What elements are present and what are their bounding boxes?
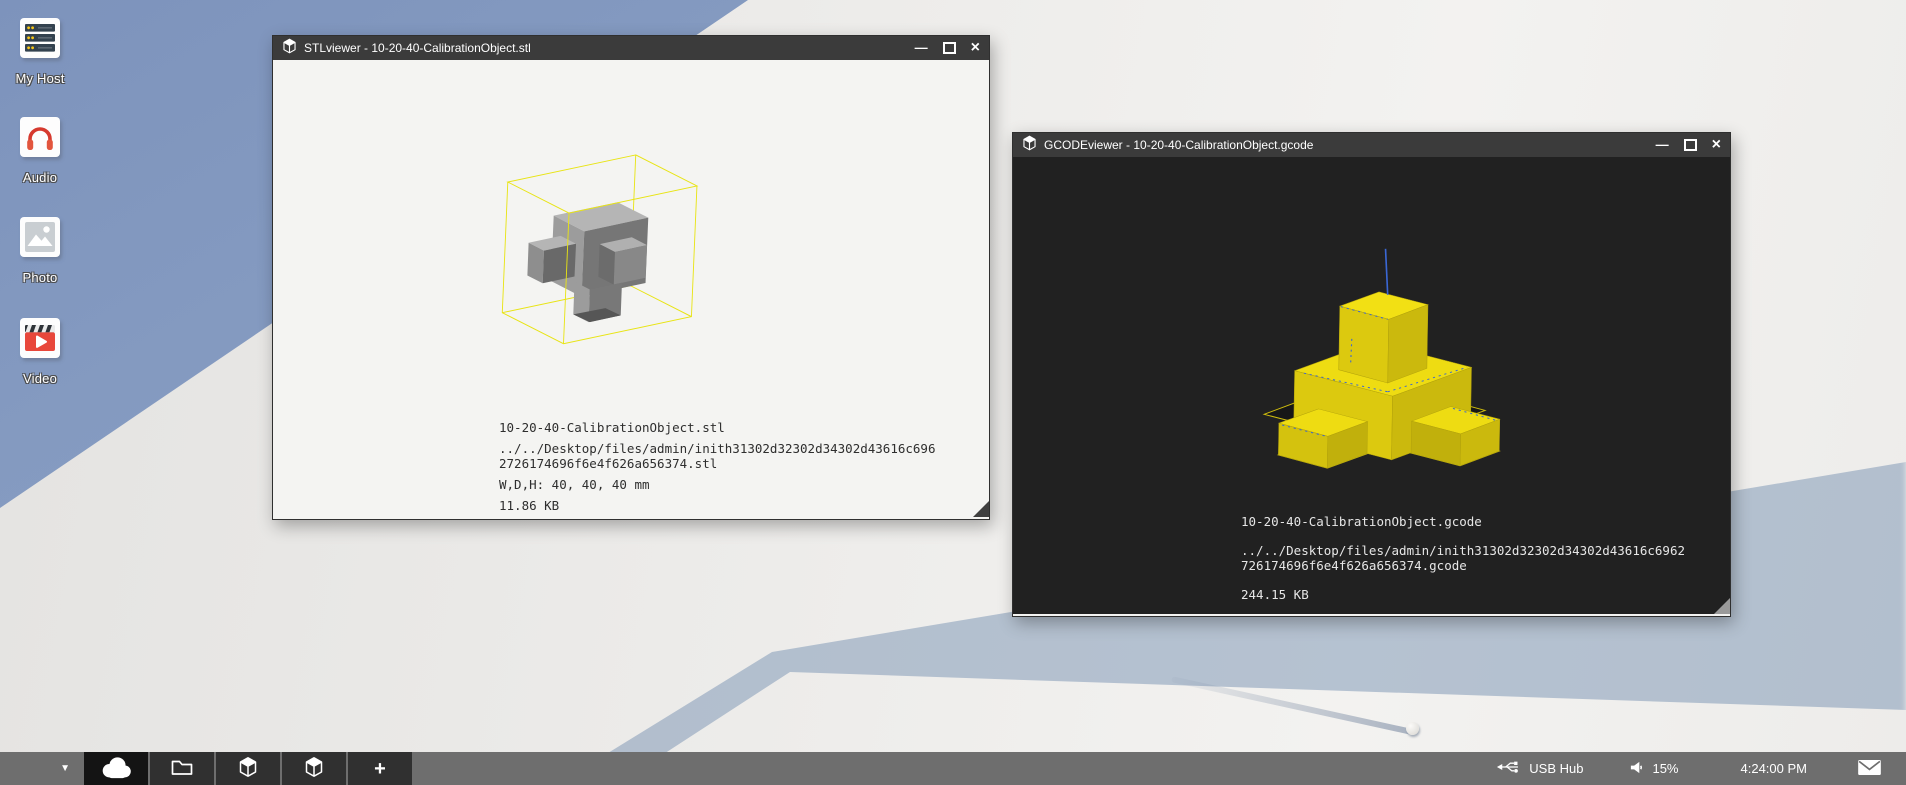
gcode-filepath: ../../Desktop/files/admin/inith31302d323… [1241, 543, 1688, 573]
clock-label: 4:24:00 PM [1741, 761, 1808, 776]
task-button-gcodeviewer[interactable] [282, 752, 346, 785]
cube-icon [304, 756, 324, 781]
close-button[interactable]: × [971, 42, 980, 54]
window-title: STLviewer - 10-20-40-CalibrationObject.s… [304, 41, 908, 55]
resize-handle[interactable] [973, 501, 989, 517]
stl-dimensions: W,D,H: 40, 40, 40 mm [499, 477, 939, 492]
package-cube-icon [1022, 135, 1037, 156]
task-button-cloud[interactable] [84, 752, 148, 785]
desktop-icon-label: Video [9, 371, 71, 386]
maximize-icon [1684, 139, 1697, 151]
desktop-icon-audio[interactable]: Audio [9, 117, 71, 185]
taskbar-collapse-button[interactable]: ▼ [0, 752, 84, 785]
notifications-button[interactable] [1857, 759, 1882, 779]
headphones-icon [20, 117, 60, 157]
clock: 4:24:00 PM [1741, 761, 1808, 776]
maximize-button[interactable] [943, 42, 956, 54]
package-cube-icon [282, 38, 297, 59]
wall-knob [1406, 722, 1419, 735]
add-app-button[interactable]: + [348, 752, 412, 785]
taskbar-apps: + [84, 752, 412, 785]
chevron-down-icon: ▼ [60, 763, 70, 774]
desktop-icon-video[interactable]: Video [9, 318, 71, 386]
task-button-stlviewer[interactable] [216, 752, 280, 785]
cloud-icon [99, 755, 133, 782]
minimize-button[interactable]: — [915, 45, 928, 51]
gcodeviewer-titlebar[interactable]: GCODEviewer - 10-20-40-CalibrationObject… [1013, 133, 1730, 157]
stlviewer-titlebar[interactable]: STLviewer - 10-20-40-CalibrationObject.s… [273, 36, 989, 60]
server-icon [20, 18, 60, 58]
desktop-icon-label: Audio [9, 170, 71, 185]
system-tray: USB Hub 15% 4:24:00 PM [1495, 752, 1906, 785]
stl-viewport: 10-20-40-CalibrationObject.stl ../../Des… [273, 60, 989, 517]
desktop-icon-my-host[interactable]: My Host [9, 18, 71, 86]
usb-status[interactable]: USB Hub [1495, 759, 1583, 778]
desktop: My Host Audio Photo [0, 0, 1906, 785]
stl-file-info: 10-20-40-CalibrationObject.stl ../../Des… [499, 420, 939, 517]
desktop-icon-label: Photo [9, 270, 71, 285]
plus-icon: + [374, 759, 386, 779]
desktop-icon-photo[interactable]: Photo [9, 217, 71, 285]
stl-filename: 10-20-40-CalibrationObject.stl [499, 420, 939, 435]
window-title: GCODEviewer - 10-20-40-CalibrationObject… [1044, 138, 1649, 152]
cube-icon [238, 756, 258, 781]
gcode-viewport: 10-20-40-CalibrationObject.gcode ../../D… [1013, 157, 1730, 614]
gcode-filename: 10-20-40-CalibrationObject.gcode [1241, 514, 1688, 529]
usb-label: USB Hub [1529, 761, 1583, 776]
speaker-icon [1629, 760, 1644, 778]
gcode-file-info: 10-20-40-CalibrationObject.gcode ../../D… [1241, 514, 1688, 614]
gcodeviewer-window: GCODEviewer - 10-20-40-CalibrationObject… [1012, 132, 1731, 617]
resize-handle[interactable] [1714, 598, 1730, 614]
folder-icon [170, 757, 194, 780]
envelope-icon [1857, 759, 1882, 779]
gcode-filesize: 244.15 KB [1241, 587, 1688, 602]
stl-filesize: 11.86 KB [499, 498, 939, 513]
desktop-icon-label: My Host [9, 71, 71, 86]
photo-icon [20, 217, 60, 257]
taskbar: ▼ [0, 752, 1906, 785]
maximize-icon [943, 42, 956, 54]
task-button-files[interactable] [150, 752, 214, 785]
stl-filepath: ../../Desktop/files/admin/inith31302d323… [499, 441, 939, 471]
maximize-button[interactable] [1684, 139, 1697, 151]
close-button[interactable]: × [1712, 139, 1721, 151]
gcode-3d-view[interactable] [1243, 241, 1515, 476]
minimize-button[interactable]: — [1656, 142, 1669, 148]
volume-label: 15% [1652, 761, 1678, 776]
stlviewer-window: STLviewer - 10-20-40-CalibrationObject.s… [272, 35, 990, 520]
stl-3d-view[interactable] [498, 151, 700, 347]
usb-icon [1495, 759, 1521, 778]
volume-status[interactable]: 15% [1629, 760, 1678, 778]
video-icon [20, 318, 60, 358]
